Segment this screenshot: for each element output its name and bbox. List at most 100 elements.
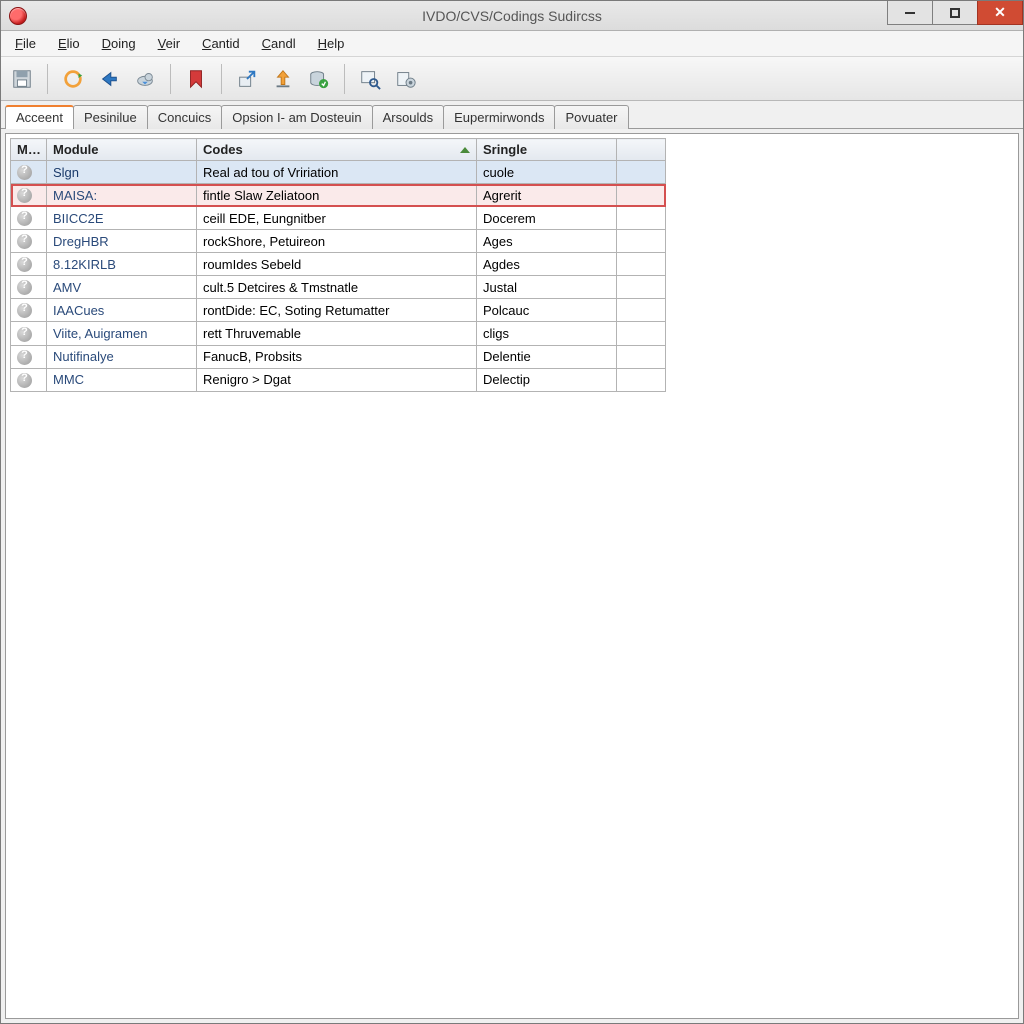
- titlebar: IVDO/CVS/Codings Sudircss ✕: [1, 1, 1023, 31]
- cell-sringle: Polcauc: [477, 299, 617, 322]
- table-row[interactable]: MAISA:fintle Slaw ZeliatoonAgrerit: [11, 184, 666, 207]
- table-row[interactable]: 8.12KIRLBroumIdes SebeldAgdes: [11, 253, 666, 276]
- question-icon: [17, 257, 32, 272]
- toolbar: [1, 57, 1023, 101]
- save-icon[interactable]: [7, 64, 37, 94]
- cell-extra: [617, 299, 666, 322]
- maximize-button[interactable]: [932, 1, 978, 25]
- menu-file[interactable]: File: [5, 33, 46, 54]
- question-icon: [17, 280, 32, 295]
- cell-sringle: Docerem: [477, 207, 617, 230]
- cell-extra: [617, 207, 666, 230]
- row-status-cell: [11, 322, 47, 345]
- tab-eupermirwonds[interactable]: Eupermirwonds: [443, 105, 555, 129]
- column-header[interactable]: [617, 139, 666, 161]
- tab-concuics[interactable]: Concuics: [147, 105, 222, 129]
- cell-module: 8.12KIRLB: [47, 253, 197, 276]
- column-header[interactable]: Module: [47, 139, 197, 161]
- cell-codes: FanucB, Probsits: [197, 345, 477, 368]
- toolbar-separator: [47, 64, 48, 94]
- tab-arsoulds[interactable]: Arsoulds: [372, 105, 445, 129]
- settings-icon[interactable]: [391, 64, 421, 94]
- minimize-button[interactable]: [887, 1, 933, 25]
- column-header[interactable]: Codes: [197, 139, 477, 161]
- cell-extra: [617, 184, 666, 207]
- cell-sringle: cligs: [477, 322, 617, 345]
- row-status-cell: [11, 253, 47, 276]
- tab-opsion-i-am-dosteuin[interactable]: Opsion I- am Dosteuin: [221, 105, 372, 129]
- toolbar-separator: [221, 64, 222, 94]
- tab-pesinilue[interactable]: Pesinilue: [73, 105, 148, 129]
- table-row[interactable]: DregHBRrockShore, PetuireonAges: [11, 230, 666, 253]
- question-icon: [17, 234, 32, 249]
- table-row[interactable]: NutifinalyeFanucB, ProbsitsDelentie: [11, 345, 666, 368]
- cell-module: DregHBR: [47, 230, 197, 253]
- cell-module: BIICC2E: [47, 207, 197, 230]
- cell-codes: cult.5 Detcires & Tmstnatle: [197, 276, 477, 299]
- cell-extra: [617, 322, 666, 345]
- row-status-cell: [11, 207, 47, 230]
- toolbar-separator: [344, 64, 345, 94]
- close-button[interactable]: ✕: [977, 1, 1023, 25]
- question-icon: [17, 211, 32, 226]
- cell-codes: Renigro > Dgat: [197, 368, 477, 391]
- menu-doing[interactable]: Doing: [92, 33, 146, 54]
- column-header[interactable]: Miitle:: [11, 139, 47, 161]
- table-row[interactable]: MMCRenigro > DgatDelectip: [11, 368, 666, 391]
- cell-module: IAACues: [47, 299, 197, 322]
- row-status-cell: [11, 368, 47, 391]
- cell-codes: rockShore, Petuireon: [197, 230, 477, 253]
- database-refresh-icon[interactable]: [304, 64, 334, 94]
- upload-icon[interactable]: [268, 64, 298, 94]
- tabstrip: AcceentPesinilueConcuicsOpsion I- am Dos…: [1, 101, 1023, 129]
- cell-module: Viite, Auigramen: [47, 322, 197, 345]
- tab-povuater[interactable]: Povuater: [554, 105, 628, 129]
- export-icon[interactable]: [232, 64, 262, 94]
- question-icon: [17, 303, 32, 318]
- toolbar-separator: [170, 64, 171, 94]
- menu-help[interactable]: Help: [308, 33, 355, 54]
- cell-codes: fintle Slaw Zeliatoon: [197, 184, 477, 207]
- table-row[interactable]: SlgnReal ad tou of Vririationcuole: [11, 161, 666, 184]
- table-row[interactable]: IAACuesrontDide: EC, Soting RetumatterPo…: [11, 299, 666, 322]
- menu-cantid[interactable]: Cantid: [192, 33, 250, 54]
- cell-module: Slgn: [47, 161, 197, 184]
- table-row[interactable]: Viite, Auigramenrett Thruvemablecligs: [11, 322, 666, 345]
- column-header[interactable]: Sringle: [477, 139, 617, 161]
- menu-elio[interactable]: Elio: [48, 33, 90, 54]
- app-window: IVDO/CVS/Codings Sudircss ✕ FileElioDoin…: [0, 0, 1024, 1024]
- back-arrow-icon[interactable]: [94, 64, 124, 94]
- cell-module: Nutifinalye: [47, 345, 197, 368]
- data-table[interactable]: Miitle:ModuleCodesSringle SlgnReal ad to…: [10, 138, 666, 392]
- cell-codes: roumIdes Sebeld: [197, 253, 477, 276]
- table-row[interactable]: AMVcult.5 Detcires & TmstnatleJustal: [11, 276, 666, 299]
- cell-sringle: Agdes: [477, 253, 617, 276]
- cell-extra: [617, 253, 666, 276]
- cell-module: AMV: [47, 276, 197, 299]
- cell-sringle: Agrerit: [477, 184, 617, 207]
- row-status-cell: [11, 230, 47, 253]
- cell-codes: Real ad tou of Vririation: [197, 161, 477, 184]
- cell-sringle: Ages: [477, 230, 617, 253]
- question-icon: [17, 188, 32, 203]
- cloud-sync-icon[interactable]: [130, 64, 160, 94]
- bookmark-icon[interactable]: [181, 64, 211, 94]
- cell-extra: [617, 368, 666, 391]
- cell-codes: rett Thruvemable: [197, 322, 477, 345]
- cell-module: MAISA:: [47, 184, 197, 207]
- cell-extra: [617, 276, 666, 299]
- cell-codes: ceill EDE, Eungnitber: [197, 207, 477, 230]
- row-status-cell: [11, 184, 47, 207]
- search-icon[interactable]: [355, 64, 385, 94]
- tab-acceent[interactable]: Acceent: [5, 105, 74, 129]
- cell-sringle: cuole: [477, 161, 617, 184]
- menu-candl[interactable]: Candl: [252, 33, 306, 54]
- cell-module: MMC: [47, 368, 197, 391]
- table-row[interactable]: BIICC2Eceill EDE, EungnitberDocerem: [11, 207, 666, 230]
- cell-sringle: Delectip: [477, 368, 617, 391]
- row-status-cell: [11, 345, 47, 368]
- app-icon: [9, 7, 27, 25]
- menu-veir[interactable]: Veir: [148, 33, 190, 54]
- window-controls: ✕: [888, 1, 1023, 30]
- refresh-icon[interactable]: [58, 64, 88, 94]
